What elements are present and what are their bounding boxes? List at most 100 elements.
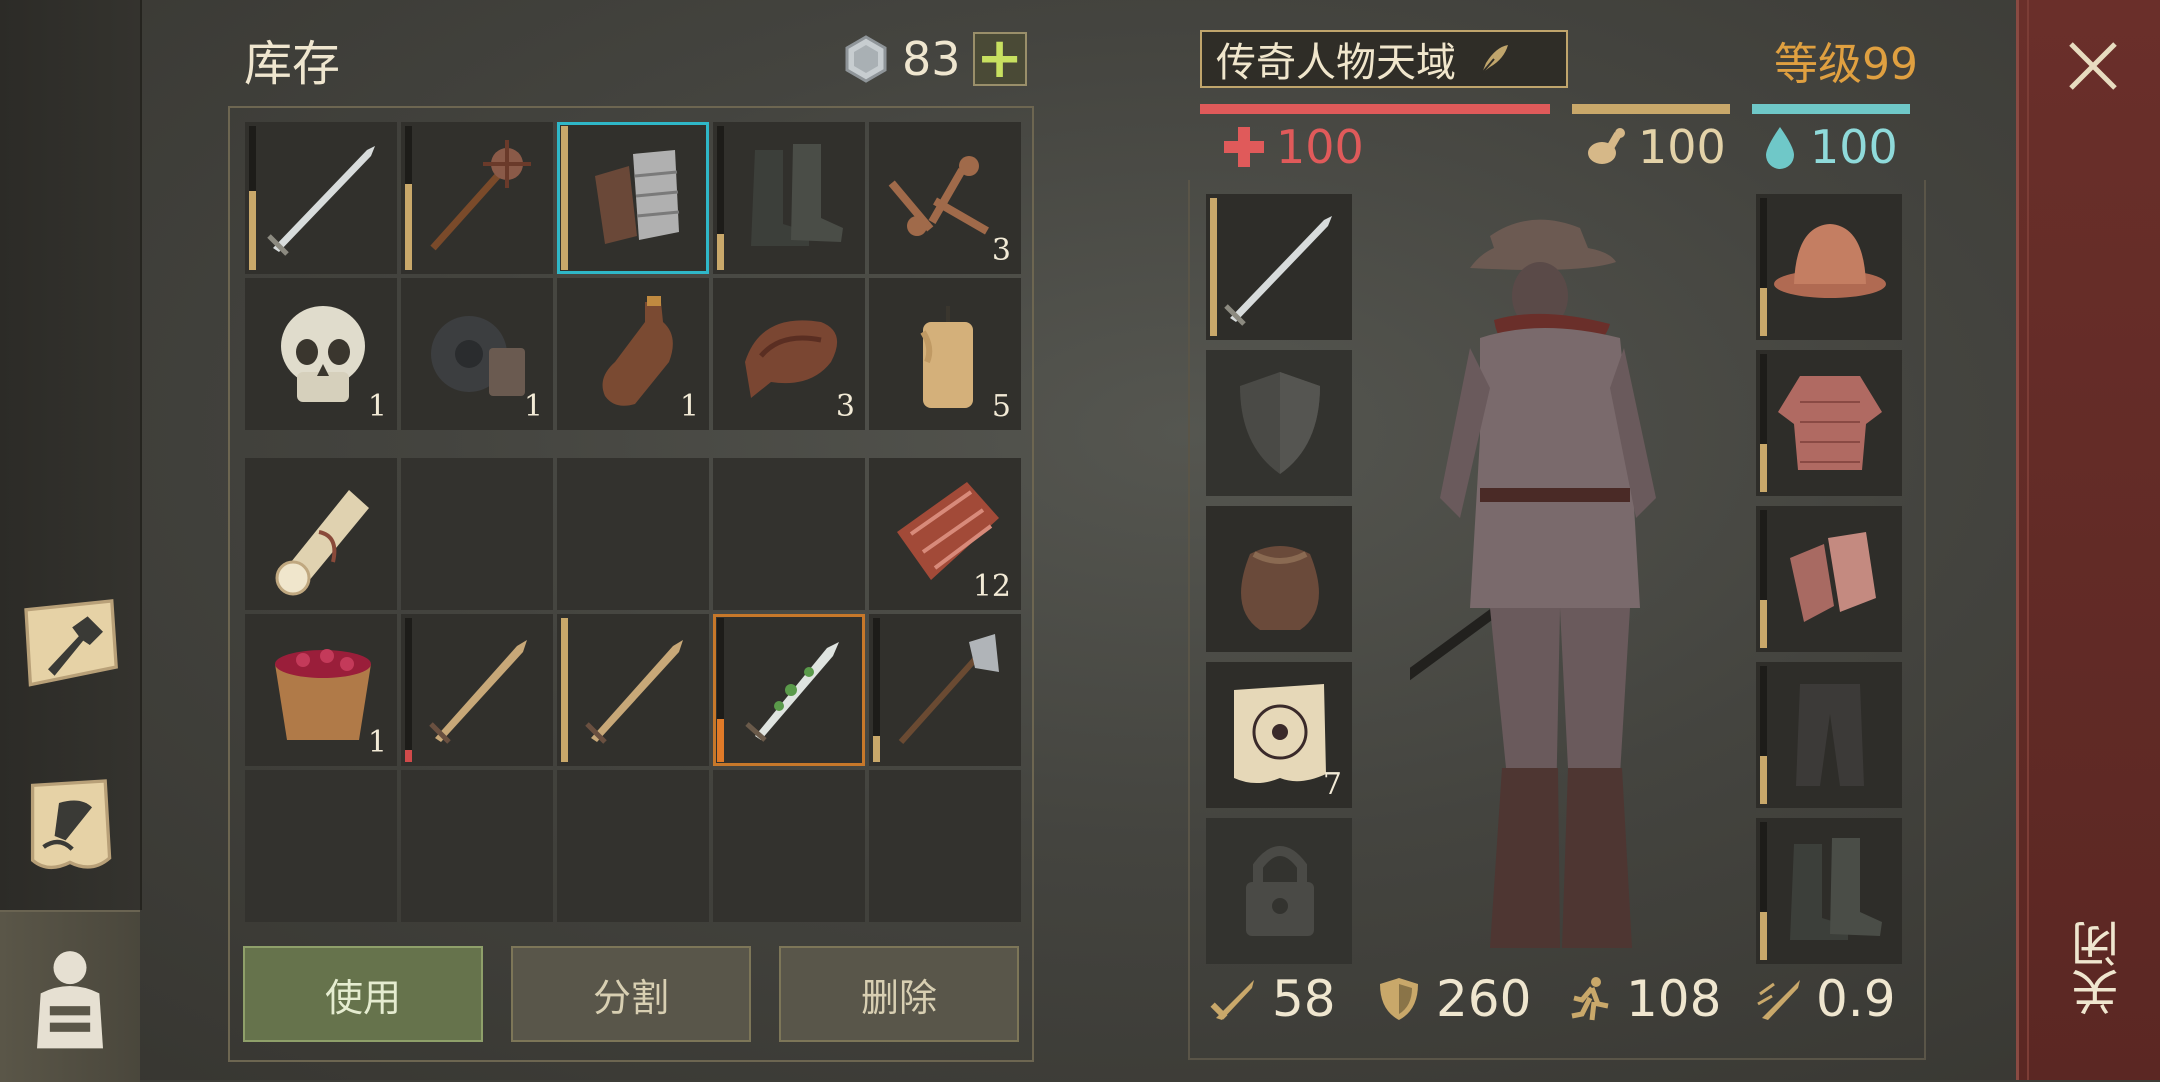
thirst-stat: 100 [1760,120,1898,174]
gloves-icon [1790,532,1876,622]
empty-inventory-slot[interactable] [713,770,865,922]
inventory-slot[interactable]: 3 [713,278,865,430]
empty-inventory-slot[interactable] [401,458,553,610]
chainmail-icon [1778,376,1882,470]
inventory-slot[interactable] [245,458,397,610]
sword-icon [1224,216,1332,326]
health-bar [1200,104,1550,114]
inventory-tab[interactable] [0,910,140,1082]
short-sword-icon [429,640,527,744]
add-currency-button[interactable]: + [972,31,1027,87]
bottle-icon [602,296,673,406]
edit-quill-icon[interactable] [1476,41,1512,77]
berry-bucket-icon [275,649,371,740]
durability-bar [405,126,412,270]
delete-button[interactable]: 删除 [779,946,1019,1042]
empty-inventory-slot[interactable] [713,458,865,610]
swift-sword-icon [1757,980,1800,1020]
speed-stat: 108 [1564,970,1721,1028]
helmet-icon [1774,224,1886,298]
quests-tab[interactable] [0,760,140,890]
equipment-slot-right[interactable] [1756,350,1902,496]
equipment-slot-left[interactable] [1206,506,1352,652]
inventory-grid-top: 3 1 1 1 3 5 [245,122,1021,430]
durability-bar [717,126,724,270]
equipment-slot-right[interactable] [1756,818,1902,964]
crafting-hammer-icon [24,599,118,687]
inventory-slot[interactable]: 1 [245,614,397,766]
close-label[interactable]: 关闭 [2065,920,2135,1016]
item-count: 3 [835,389,855,424]
hunger-value: 100 [1638,120,1726,174]
equipment-slot-right[interactable] [1756,506,1902,652]
item-count: 1 [367,725,387,760]
crafting-tab[interactable] [0,580,140,710]
character-level: 等级99 [1774,39,1918,90]
close-icon[interactable] [2063,36,2123,96]
hunger-bar [1572,104,1730,114]
item-count: 1 [523,389,543,424]
mace-icon [430,140,531,251]
currency-display: 83 + [842,31,1027,87]
quest-scroll-icon [30,779,112,869]
equipment-slot-right[interactable] [1756,194,1902,340]
empty-inventory-slot[interactable] [869,770,1021,922]
inventory-slot[interactable] [713,122,865,274]
inventory-slot[interactable]: 1 [401,278,553,430]
inventory-slot[interactable]: 12 [869,458,1021,610]
inventory-slot[interactable] [557,122,709,274]
equipment-slot-right[interactable] [1756,662,1902,808]
currency-amount: 83 [902,32,961,86]
inventory-slot[interactable] [869,614,1021,766]
side-nav [0,0,142,1082]
speed-value: 108 [1626,970,1722,1028]
character-name: 传奇人物天域 [1216,40,1456,86]
meat-leg-icon [1588,128,1625,164]
inventory-slot[interactable] [557,614,709,766]
leather-icon [745,320,838,398]
durability-bar [1760,198,1767,336]
item-count: 5 [991,389,1011,424]
empty-inventory-slot[interactable] [557,458,709,610]
item-count: 3 [991,233,1011,268]
boots-icon [751,144,843,246]
inventory-slot[interactable]: 1 [245,278,397,430]
empty-inventory-slot[interactable] [557,770,709,922]
shield-icon [1240,372,1320,474]
empty-inventory-slot[interactable] [245,770,397,922]
gauntlets-icon [595,150,680,244]
durability-bar [561,126,568,270]
close-panel[interactable]: 关闭 [2016,0,2160,1080]
durability-bar [1760,354,1767,492]
gear-icon [431,316,525,396]
running-icon [1571,977,1609,1021]
inventory-slot[interactable] [401,122,553,274]
pouch-icon [1241,546,1319,630]
item-count: 7 [1322,767,1342,802]
inventory-slot[interactable]: 3 [869,122,1021,274]
durability-bar [405,618,412,762]
attack-speed-value: 0.9 [1816,970,1896,1028]
durability-bar [873,618,880,762]
equipment-slot-left[interactable]: 7 [1206,662,1352,808]
attack-speed-stat: 0.9 [1754,970,1896,1028]
use-button[interactable]: 使用 [243,946,483,1042]
equipment-slot-left[interactable] [1206,350,1352,496]
inventory-slot[interactable] [401,614,553,766]
item-count: 12 [972,569,1011,604]
character-backpack-icon [37,951,103,1049]
empty-inventory-slot[interactable] [401,770,553,922]
health-value: 100 [1276,120,1364,174]
inventory-grid-bottom: 12 1 [245,458,1021,922]
equipment-slot-left[interactable] [1206,194,1352,340]
split-button[interactable]: 分割 [511,946,751,1042]
halberd-icon [898,634,999,745]
inventory-slot[interactable]: 1 [557,278,709,430]
inventory-slot[interactable] [245,122,397,274]
character-name-box[interactable]: 传奇人物天域 [1200,30,1568,88]
durability-bar [561,618,568,762]
durability-bar [1760,666,1767,804]
equipment-slot-left[interactable] [1206,818,1352,964]
inventory-slot[interactable]: 5 [869,278,1021,430]
inventory-slot[interactable] [713,614,865,766]
